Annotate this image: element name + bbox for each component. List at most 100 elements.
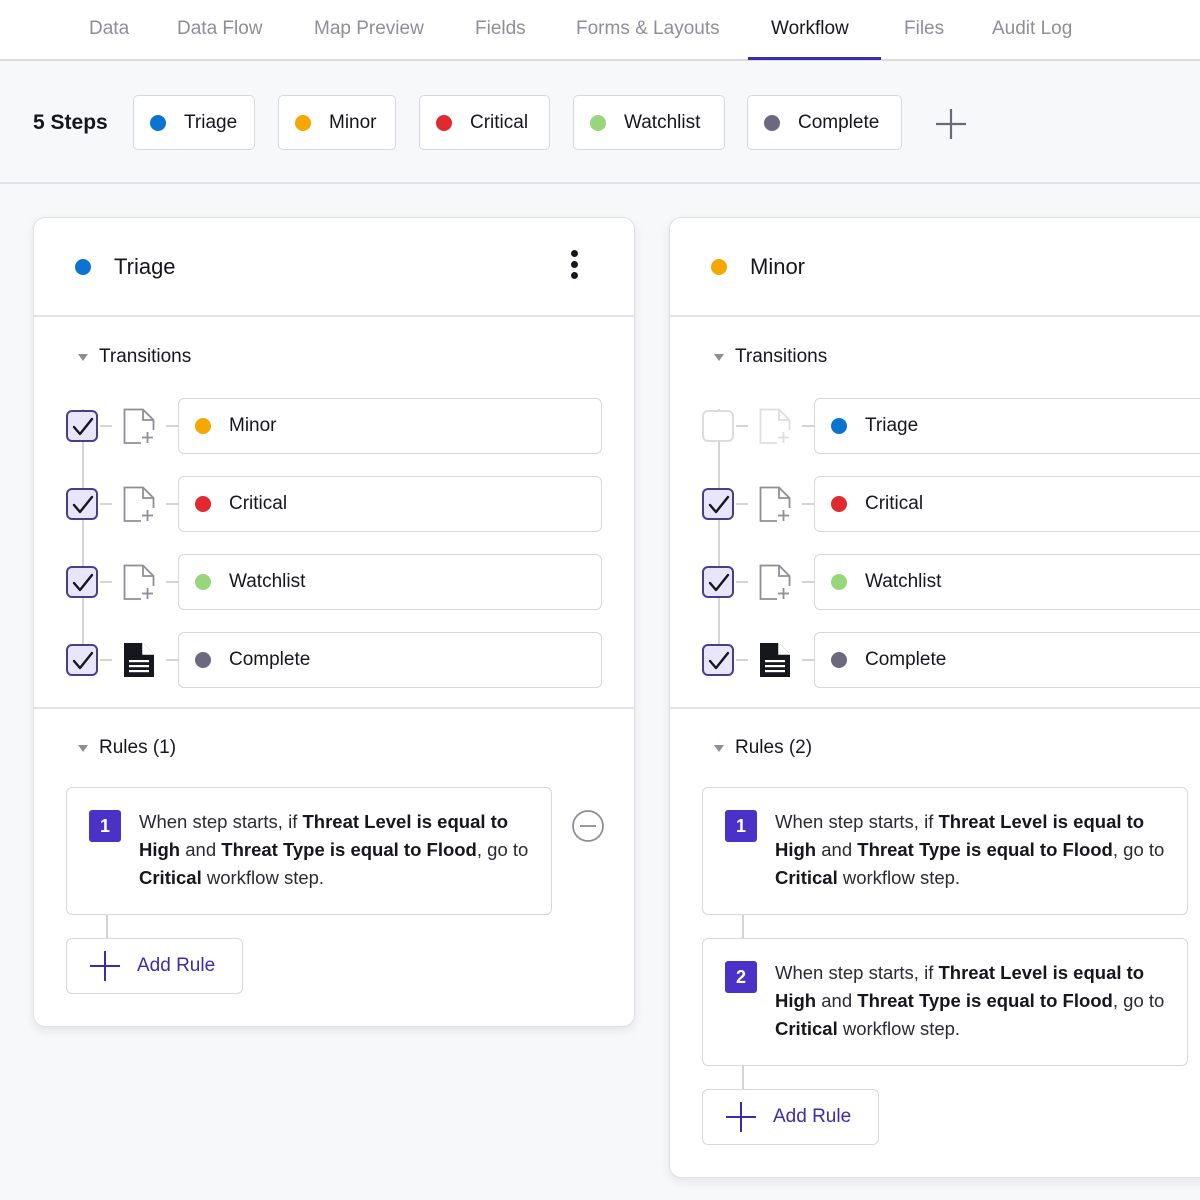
rule-text-fragment: , go to — [476, 839, 529, 860]
add-step-button[interactable] — [934, 107, 968, 141]
tab-map-preview[interactable]: Map Preview — [314, 18, 424, 60]
transition-checkbox[interactable] — [66, 566, 98, 598]
tab-audit-log[interactable]: Audit Log — [992, 18, 1072, 60]
transitions-toggle[interactable]: Transitions — [714, 346, 828, 368]
status-dot-icon — [75, 259, 91, 275]
rule-description: When step starts, if Threat Level is equ… — [775, 959, 1167, 1043]
tab-data-flow[interactable]: Data Flow — [177, 18, 263, 60]
rule-text-fragment: When step starts, if — [139, 811, 303, 832]
rules-toggle[interactable]: Rules (1) — [78, 737, 176, 759]
rule-emphasis: Critical — [775, 867, 838, 888]
transitions-section: Transitions Minor Critical Watchlist Comple… — [34, 317, 634, 709]
transition-label: Minor — [229, 415, 277, 436]
step-chip-critical[interactable]: Critical — [419, 95, 550, 150]
rule-card[interactable]: 2 When step starts, if Threat Level is eq… — [702, 938, 1188, 1066]
connector-line — [736, 659, 748, 661]
card-title: Triage — [114, 254, 176, 279]
add-rule-button[interactable]: Add Rule — [702, 1089, 879, 1145]
checkmark-icon — [708, 495, 730, 514]
rule-emphasis: Threat Type is equal to Flood — [857, 990, 1113, 1011]
transition-row: Complete — [670, 632, 1200, 688]
rules-toggle[interactable]: Rules (2) — [714, 737, 812, 759]
rule-emphasis: Threat Type is equal to Flood — [221, 839, 477, 860]
transition-label: Critical — [865, 493, 924, 514]
transition-target[interactable]: Watchlist — [814, 554, 1200, 610]
attach-form-button[interactable] — [759, 564, 791, 600]
step-chip-complete[interactable]: Complete — [747, 95, 902, 150]
transition-checkbox[interactable] — [702, 488, 734, 520]
remove-rule-button[interactable] — [571, 809, 605, 843]
transition-row: Complete — [34, 632, 634, 688]
transition-checkbox[interactable] — [702, 566, 734, 598]
connector-line — [736, 503, 748, 505]
rule-card[interactable]: 1 When step starts, if Threat Level is eq… — [702, 787, 1188, 915]
step-chip-label: Critical — [470, 111, 529, 133]
transition-target[interactable]: Minor — [178, 398, 602, 454]
status-dot-icon — [195, 418, 211, 434]
add-rule-label: Add Rule — [773, 1106, 852, 1127]
transition-row: Critical — [34, 476, 634, 532]
connector-line — [100, 425, 112, 427]
attach-form-button[interactable] — [759, 486, 791, 522]
tab-workflow[interactable]: Workflow — [771, 18, 849, 60]
rule-card[interactable]: 1 When step starts, if Threat Level is eq… — [66, 787, 552, 915]
rule-text-fragment: workflow step. — [837, 867, 961, 888]
status-dot-icon — [295, 114, 311, 131]
more-options-icon[interactable] — [564, 250, 584, 286]
transition-label: Watchlist — [229, 571, 306, 592]
connector-line — [802, 659, 814, 661]
caret-down-icon — [78, 745, 88, 752]
attach-form-button[interactable] — [123, 486, 155, 522]
tab-data[interactable]: Data — [89, 18, 129, 60]
plus-icon — [726, 1102, 756, 1132]
checkmark-icon — [72, 495, 94, 514]
rule-emphasis: Critical — [139, 867, 202, 888]
attach-form-button[interactable] — [123, 564, 155, 600]
transition-checkbox[interactable] — [66, 410, 98, 442]
transition-label: Complete — [229, 649, 311, 670]
step-chip-minor[interactable]: Minor — [278, 95, 396, 150]
transition-target[interactable]: Critical — [814, 476, 1200, 532]
form-add-icon — [759, 564, 791, 600]
form-filled-icon — [760, 643, 790, 677]
checkmark-icon — [72, 417, 94, 436]
transition-checkbox[interactable] — [702, 410, 734, 442]
connector-line — [802, 581, 814, 583]
transition-target[interactable]: Watchlist — [178, 554, 602, 610]
plus-icon — [90, 951, 120, 981]
add-rule-button[interactable]: Add Rule — [66, 938, 243, 994]
step-chip-watchlist[interactable]: Watchlist — [573, 95, 725, 150]
attach-form-button[interactable] — [759, 408, 791, 444]
transition-checkbox[interactable] — [66, 644, 98, 676]
tab-files[interactable]: Files — [904, 18, 944, 60]
rule-description: When step starts, if Threat Level is equ… — [775, 808, 1167, 892]
transition-target[interactable]: Triage — [814, 398, 1200, 454]
plus-icon — [936, 109, 966, 139]
tab-forms-layouts[interactable]: Forms & Layouts — [576, 18, 720, 60]
card-header: Triage — [34, 218, 634, 317]
transition-target[interactable]: Critical — [178, 476, 602, 532]
transition-target[interactable]: Complete — [178, 632, 602, 688]
step-chip-triage[interactable]: Triage — [133, 95, 255, 150]
steps-count: 5 Steps — [33, 111, 108, 134]
form-attached-button[interactable] — [123, 642, 155, 678]
connector-line — [166, 659, 178, 661]
transition-checkbox[interactable] — [66, 488, 98, 520]
transition-target[interactable]: Complete — [814, 632, 1200, 688]
status-dot-icon — [764, 114, 780, 131]
attach-form-button[interactable] — [123, 408, 155, 444]
transition-row: Minor — [34, 398, 634, 454]
top-tab-nav: Data Data Flow Map Preview Fields Forms … — [0, 0, 1200, 61]
section-label: Transitions — [735, 346, 828, 367]
connector-line — [736, 581, 748, 583]
transitions-toggle[interactable]: Transitions — [78, 346, 191, 368]
caret-down-icon — [714, 354, 724, 361]
step-chip-label: Complete — [798, 111, 880, 133]
transition-checkbox[interactable] — [702, 644, 734, 676]
tab-fields[interactable]: Fields — [475, 18, 526, 60]
status-dot-icon — [436, 114, 452, 131]
connector-line — [100, 659, 112, 661]
form-attached-button[interactable] — [759, 642, 791, 678]
connector-line — [742, 915, 744, 938]
rule-text-fragment: , go to — [1112, 990, 1165, 1011]
